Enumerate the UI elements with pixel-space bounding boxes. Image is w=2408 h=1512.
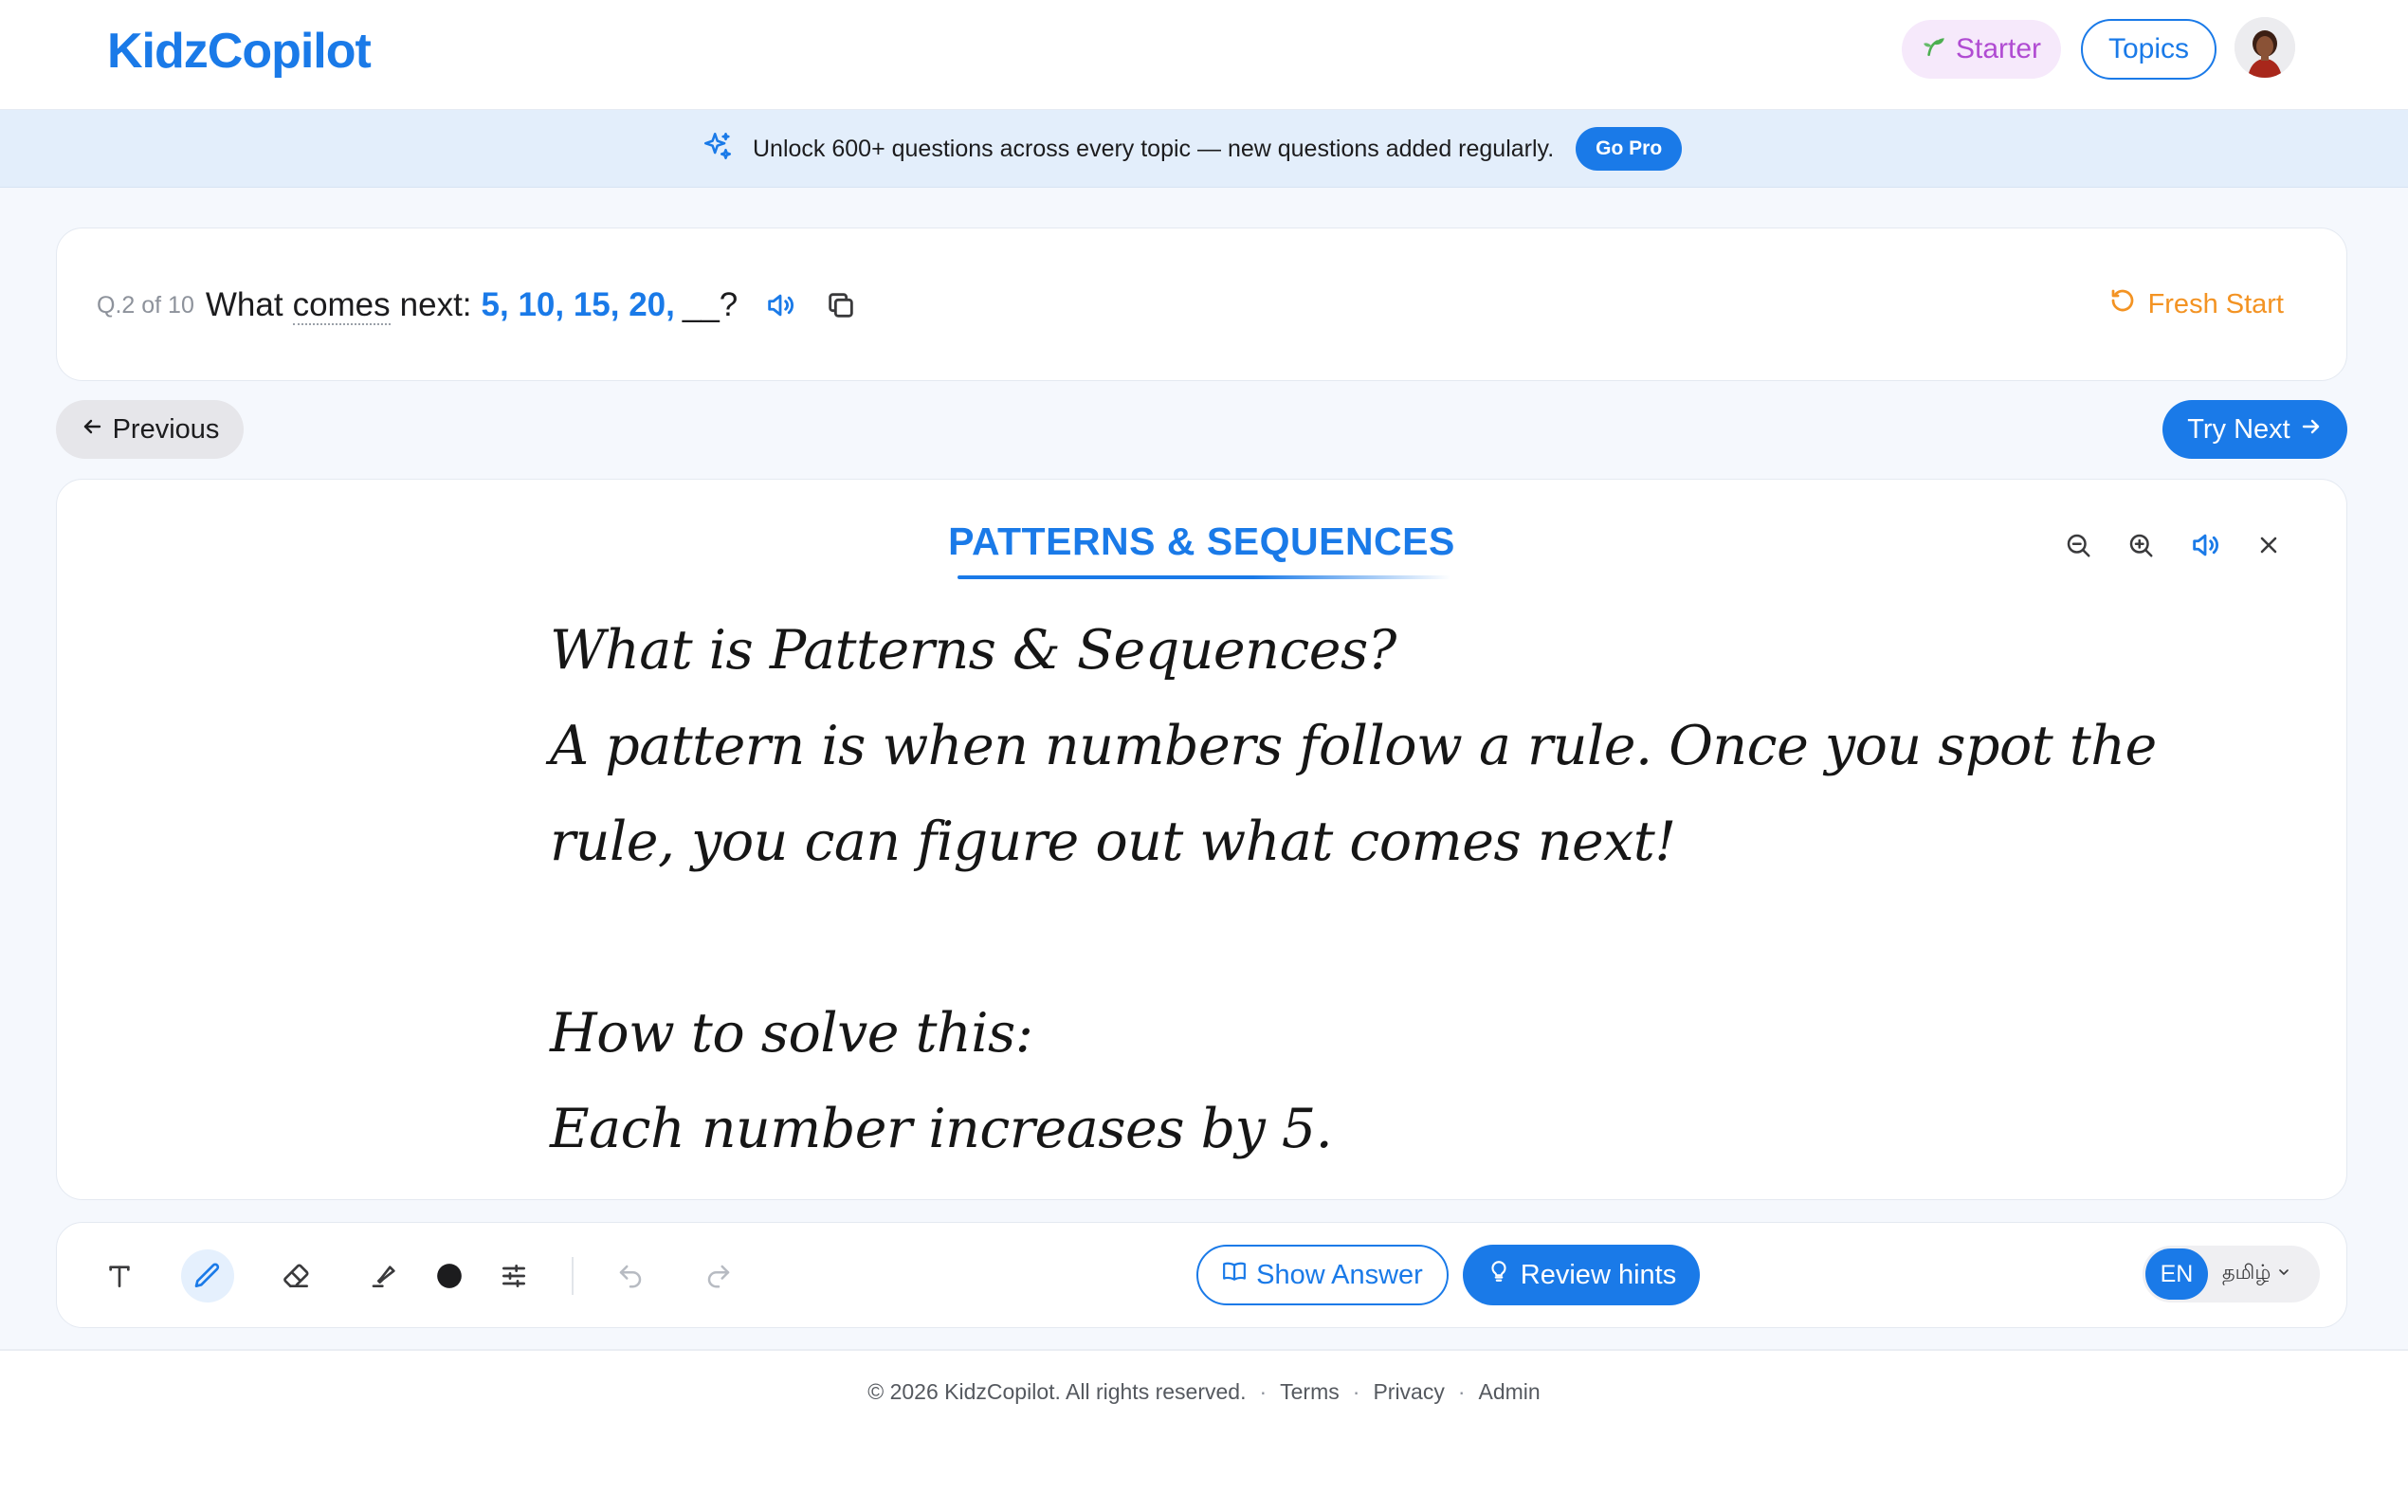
eraser-tool-icon[interactable] [270,1249,323,1303]
fresh-start-button[interactable]: Fresh Start [2108,282,2284,327]
question-blank: __? [682,286,739,323]
chevron-down-icon [2276,1263,2291,1285]
arrow-right-icon [2300,414,2323,446]
footer-separator: · [1457,1379,1466,1404]
question-sequence: 5, 10, 15, 20, [481,286,675,323]
page-footer: © 2026 KidzCopilot. All rights reserved.… [0,1351,2408,1512]
lesson-line: rule, you can figure out what comes next… [550,811,1676,873]
sparkles-icon [702,130,734,169]
arrow-left-icon [81,414,103,446]
lang-tamil-option[interactable]: தமிழ் [2222,1246,2291,1303]
footer-copyright: © 2026 KidzCopilot. All rights reserved. [867,1379,1247,1404]
lesson-line: A pattern is when numbers follow a rule.… [550,715,2157,777]
topic-title: PATTERNS & SEQUENCES [948,519,1455,563]
footer-link-privacy[interactable]: Privacy [1373,1379,1444,1405]
topics-button[interactable]: Topics [2081,19,2216,80]
read-aloud-icon[interactable] [2189,529,2221,561]
lesson-line: What is Patterns & Sequences? [550,619,1396,682]
app-logo[interactable]: KidzCopilot [107,23,372,80]
book-icon [1222,1259,1247,1291]
zoom-in-icon[interactable] [2126,531,2155,559]
plan-badge-label: Starter [1955,33,2042,64]
topic-title-underline [958,575,1450,579]
review-hints-button[interactable]: Review hints [1463,1245,1700,1305]
try-next-label: Try Next [2187,413,2290,445]
text-tool-icon[interactable] [93,1249,146,1303]
question-suffix: next: [399,286,472,323]
zoom-out-icon[interactable] [2064,531,2092,559]
review-hints-label: Review hints [1520,1259,1677,1290]
footer-link-admin[interactable]: Admin [1479,1379,1541,1405]
lesson-line [550,890,1972,986]
user-avatar[interactable] [2235,17,2295,78]
question-prefix: What [205,286,283,323]
question-card: Q.2 of 10 What comes next: 5, 10, 15, 20… [56,228,2347,381]
lesson-line: Each number increases by 5. [550,1098,1333,1160]
drawing-toolbar: Show Answer Review hints EN தமிழ் [56,1222,2347,1328]
copy-icon[interactable] [825,289,857,321]
color-picker-icon[interactable] [423,1249,476,1303]
sprout-icon [1922,33,1946,65]
lesson-card: PATTERNS & SEQUENCES What is Patterns & … [56,479,2347,1200]
previous-button[interactable]: Previous [56,400,244,459]
language-switch: EN தமிழ் [2143,1246,2320,1303]
highlighter-tool-icon[interactable] [358,1249,411,1303]
fresh-start-label: Fresh Start [2147,288,2284,319]
show-answer-button[interactable]: Show Answer [1196,1245,1449,1305]
lang-en-option[interactable]: EN [2145,1248,2208,1300]
footer-link-terms[interactable]: Terms [1280,1379,1340,1405]
lesson-line: How to solve this: [550,1002,1033,1065]
promo-banner: Unlock 600+ questions across every topic… [0,110,2408,188]
undo-icon[interactable] [604,1249,657,1303]
go-pro-button[interactable]: Go Pro [1576,127,1683,171]
show-answer-label: Show Answer [1256,1259,1423,1290]
close-icon[interactable] [2255,532,2282,558]
banner-text: Unlock 600+ questions across every topic… [753,135,1555,162]
pen-tool-icon[interactable] [181,1249,234,1303]
toolbar-divider [572,1257,574,1295]
footer-separator: · [1259,1379,1268,1404]
lightbulb-icon [1487,1259,1511,1291]
top-header: KidzCopilot Starter Topics [0,0,2408,110]
settings-sliders-icon[interactable] [487,1249,540,1303]
plan-badge-starter[interactable]: Starter [1902,20,2061,79]
footer-separator: · [1352,1379,1360,1404]
question-counter: Q.2 of 10 [97,291,194,319]
question-glossary-word[interactable]: comes [292,286,391,325]
previous-label: Previous [112,413,220,445]
redo-icon[interactable] [692,1249,745,1303]
lang-tamil-label: தமிழ் [2222,1262,2271,1284]
speaker-icon[interactable] [764,289,796,321]
lesson-text: What is Patterns & Sequences? A pattern … [550,603,2157,1177]
try-next-button[interactable]: Try Next [2162,400,2347,459]
refresh-icon [2108,286,2137,322]
lesson-tools [2064,529,2282,561]
